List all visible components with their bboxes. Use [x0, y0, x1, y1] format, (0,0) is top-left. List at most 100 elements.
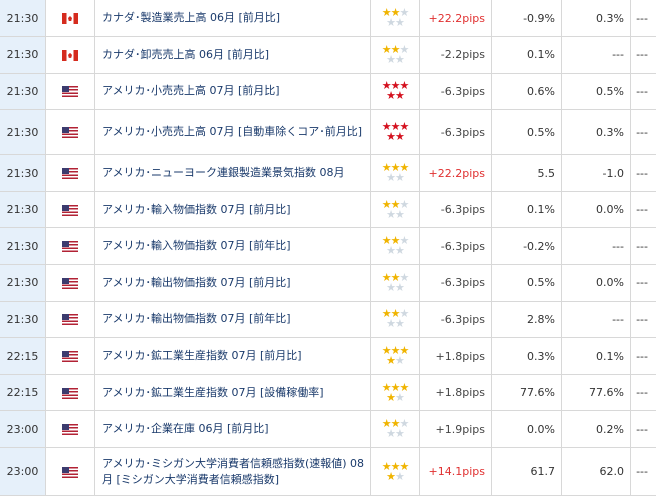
time-cell: 23:00: [0, 410, 46, 449]
pips-change: -2.2pips: [419, 36, 492, 74]
actual-value: ---: [630, 191, 656, 229]
country-cell: [45, 337, 95, 375]
actual-value: ---: [630, 374, 656, 412]
usa-flag-icon: [62, 127, 78, 139]
importance-stars: ★★★ ★★: [370, 264, 420, 302]
event-name[interactable]: アメリカ･企業在庫 06月 [前月比]: [94, 410, 371, 449]
event-name[interactable]: アメリカ･ミシガン大学消費者信頼感指数(速報値) 08月 [ミシガン大学消費者信…: [94, 447, 371, 497]
actual-value: ---: [630, 0, 656, 38]
country-cell: [45, 264, 95, 302]
time-cell: 21:30: [0, 154, 46, 192]
previous-value: 0.1%: [491, 36, 562, 74]
star-rating-icon: ★★★ ★★: [381, 161, 410, 185]
importance-stars: ★★★ ★★: [370, 0, 420, 38]
country-cell: [45, 73, 95, 111]
pips-change: -6.3pips: [419, 191, 492, 229]
forecast-value: 0.1%: [561, 337, 631, 375]
time-cell: 22:15: [0, 337, 46, 375]
pips-change: -6.3pips: [419, 264, 492, 302]
country-cell: [45, 109, 95, 156]
calendar-row: 21:30 アメリカ･小売売上高 07月 [前月比] ★★★ ★★ -6.3pips 0.…: [0, 73, 656, 111]
previous-value: 0.5%: [491, 109, 562, 156]
event-name[interactable]: アメリカ･輸入物価指数 07月 [前年比]: [94, 227, 371, 266]
previous-value: 0.3%: [491, 337, 562, 375]
event-name[interactable]: アメリカ･小売売上高 07月 [自動車除くコア･前月比]: [94, 109, 371, 156]
pips-change: +1.8pips: [419, 337, 492, 375]
forecast-value: 0.0%: [561, 191, 631, 229]
previous-value: -0.9%: [491, 0, 562, 38]
time-cell: 21:30: [0, 227, 46, 266]
previous-value: 0.0%: [491, 410, 562, 449]
actual-value: ---: [630, 73, 656, 111]
event-name[interactable]: アメリカ･輸入物価指数 07月 [前月比]: [94, 191, 371, 229]
pips-change: +22.2pips: [419, 0, 492, 38]
actual-value: ---: [630, 337, 656, 375]
actual-value: ---: [630, 410, 656, 449]
forecast-value: ---: [561, 36, 631, 74]
forecast-value: 0.3%: [561, 0, 631, 38]
usa-flag-icon: [62, 277, 78, 289]
importance-stars: ★★★ ★★: [370, 410, 420, 449]
event-name[interactable]: アメリカ･輸出物価指数 07月 [前年比]: [94, 301, 371, 339]
previous-value: 5.5: [491, 154, 562, 192]
event-name[interactable]: アメリカ･輸出物価指数 07月 [前月比]: [94, 264, 371, 302]
previous-value: 0.1%: [491, 191, 562, 229]
importance-stars: ★★★ ★★: [370, 337, 420, 375]
forecast-value: 0.5%: [561, 73, 631, 111]
calendar-body: 21:30 カナダ･製造業売上高 06月 [前月比] ★★★ ★★ +22.2pips -…: [0, 0, 656, 497]
calendar-row: 22:15 アメリカ･鉱工業生産指数 07月 [前月比] ★★★ ★★ +1.8pips…: [0, 337, 656, 375]
actual-value: ---: [630, 227, 656, 266]
event-name[interactable]: アメリカ･鉱工業生産指数 07月 [設備稼働率]: [94, 374, 371, 412]
pips-change: +14.1pips: [419, 447, 492, 497]
importance-stars: ★★★ ★★: [370, 73, 420, 111]
time-cell: 21:30: [0, 264, 46, 302]
time-cell: 21:30: [0, 301, 46, 339]
time-cell: 22:15: [0, 374, 46, 412]
canada-flag-icon: [62, 13, 78, 25]
pips-change: +22.2pips: [419, 154, 492, 192]
star-rating-icon: ★★★ ★★: [381, 234, 410, 258]
calendar-row: 21:30 カナダ･製造業売上高 06月 [前月比] ★★★ ★★ +22.2pips -…: [0, 0, 656, 38]
usa-flag-icon: [62, 351, 78, 363]
forecast-value: 0.0%: [561, 264, 631, 302]
star-rating-icon: ★★★ ★★: [381, 79, 410, 103]
star-rating-icon: ★★★ ★★: [381, 270, 410, 294]
event-name[interactable]: アメリカ･ニューヨーク連銀製造業景気指数 08月: [94, 154, 371, 192]
country-cell: [45, 410, 95, 449]
time-cell: 23:00: [0, 447, 46, 497]
star-rating-icon: ★★★ ★★: [381, 459, 410, 483]
event-name[interactable]: カナダ･製造業売上高 06月 [前月比]: [94, 0, 371, 38]
calendar-row: 21:30 アメリカ･輸出物価指数 07月 [前月比] ★★★ ★★ -6.3pips 0…: [0, 264, 656, 302]
forecast-value: ---: [561, 301, 631, 339]
forecast-value: ---: [561, 227, 631, 266]
calendar-row: 21:30 アメリカ･輸入物価指数 07月 [前月比] ★★★ ★★ -6.3pips 0…: [0, 191, 656, 229]
previous-value: 0.6%: [491, 73, 562, 111]
time-cell: 21:30: [0, 191, 46, 229]
importance-stars: ★★★ ★★: [370, 154, 420, 192]
importance-stars: ★★★ ★★: [370, 227, 420, 266]
calendar-row: 21:30 アメリカ･輸出物価指数 07月 [前年比] ★★★ ★★ -6.3pips 2…: [0, 301, 656, 339]
actual-value: ---: [630, 301, 656, 339]
event-name[interactable]: アメリカ･小売売上高 07月 [前月比]: [94, 73, 371, 111]
event-name[interactable]: アメリカ･鉱工業生産指数 07月 [前月比]: [94, 337, 371, 375]
pips-change: +1.9pips: [419, 410, 492, 449]
country-cell: [45, 191, 95, 229]
star-rating-icon: ★★★ ★★: [381, 344, 410, 368]
time-cell: 21:30: [0, 36, 46, 74]
previous-value: 61.7: [491, 447, 562, 497]
time-cell: 21:30: [0, 109, 46, 156]
actual-value: ---: [630, 447, 656, 497]
forecast-value: -1.0: [561, 154, 631, 192]
country-cell: [45, 447, 95, 497]
pips-change: -6.3pips: [419, 109, 492, 156]
star-rating-icon: ★★★ ★★: [381, 307, 410, 331]
forecast-value: 0.3%: [561, 109, 631, 156]
previous-value: 77.6%: [491, 374, 562, 412]
actual-value: ---: [630, 154, 656, 192]
event-name[interactable]: カナダ･卸売売上高 06月 [前月比]: [94, 36, 371, 74]
country-cell: [45, 301, 95, 339]
forecast-value: 62.0: [561, 447, 631, 497]
importance-stars: ★★★ ★★: [370, 191, 420, 229]
star-rating-icon: ★★★ ★★: [381, 380, 410, 404]
usa-flag-icon: [62, 466, 78, 478]
